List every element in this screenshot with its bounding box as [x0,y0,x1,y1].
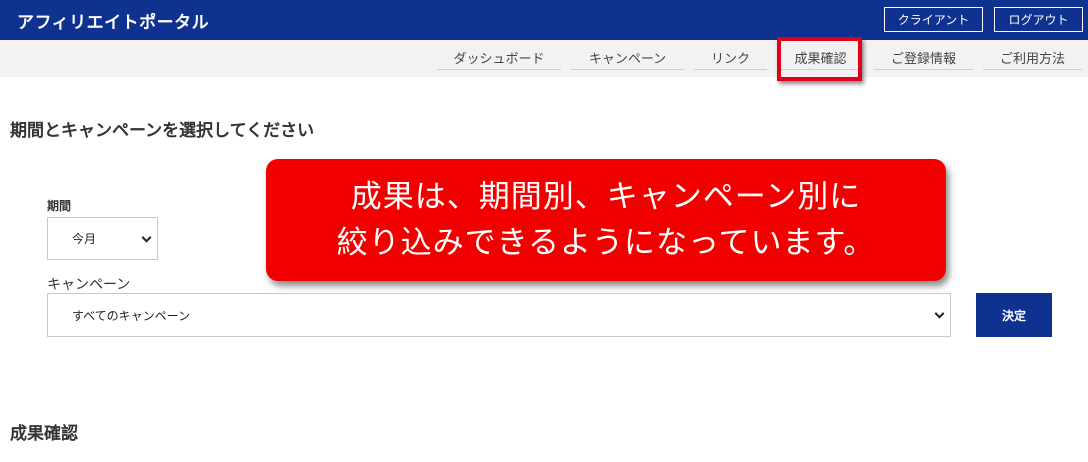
chevron-down-icon [934,308,945,319]
logout-button[interactable]: ログアウト [994,7,1083,32]
chevron-down-icon [141,232,152,243]
callout-line-1: 成果は、期間別、キャンペーン別に [350,179,862,215]
nav-item-dashboard[interactable]: ダッシュボード [437,46,561,70]
campaign-label: キャンペーン [47,277,131,293]
nav-item-link[interactable]: リンク [694,46,767,70]
results-section-title: 成果確認 [10,424,78,444]
filter-section-title: 期間とキャンペーンを選択してください [10,121,315,141]
campaign-select[interactable]: すべてのキャンペーン [47,293,951,337]
period-select-value: 今月 [72,232,97,246]
period-label: 期間 [47,199,72,213]
callout-line-2: 絞り込みできるようになっています。 [336,225,876,261]
campaign-select-value: すべてのキャンペーン [72,308,191,323]
results-nav-highlight-frame [777,37,862,81]
portal-brand-title: アフィリエイトポータル [17,13,210,33]
client-button[interactable]: クライアント [884,7,983,32]
nav-item-campaign[interactable]: キャンペーン [571,46,684,70]
annotation-callout: 成果は、期間別、キャンペーン別に 絞り込みできるようになっています。 [266,159,946,281]
nav-item-usage-guide[interactable]: ご利用方法 [983,46,1082,70]
nav-item-registration-info[interactable]: ご登録情報 [874,46,973,70]
top-header-bar: アフィリエイトポータル クライアント ログアウト [0,0,1088,40]
submit-button[interactable]: 決定 [976,293,1052,337]
main-navigation: ダッシュボード キャンペーン リンク 成果確認 ご登録情報 ご利用方法 [0,40,1088,77]
period-select[interactable]: 今月 [47,217,158,260]
